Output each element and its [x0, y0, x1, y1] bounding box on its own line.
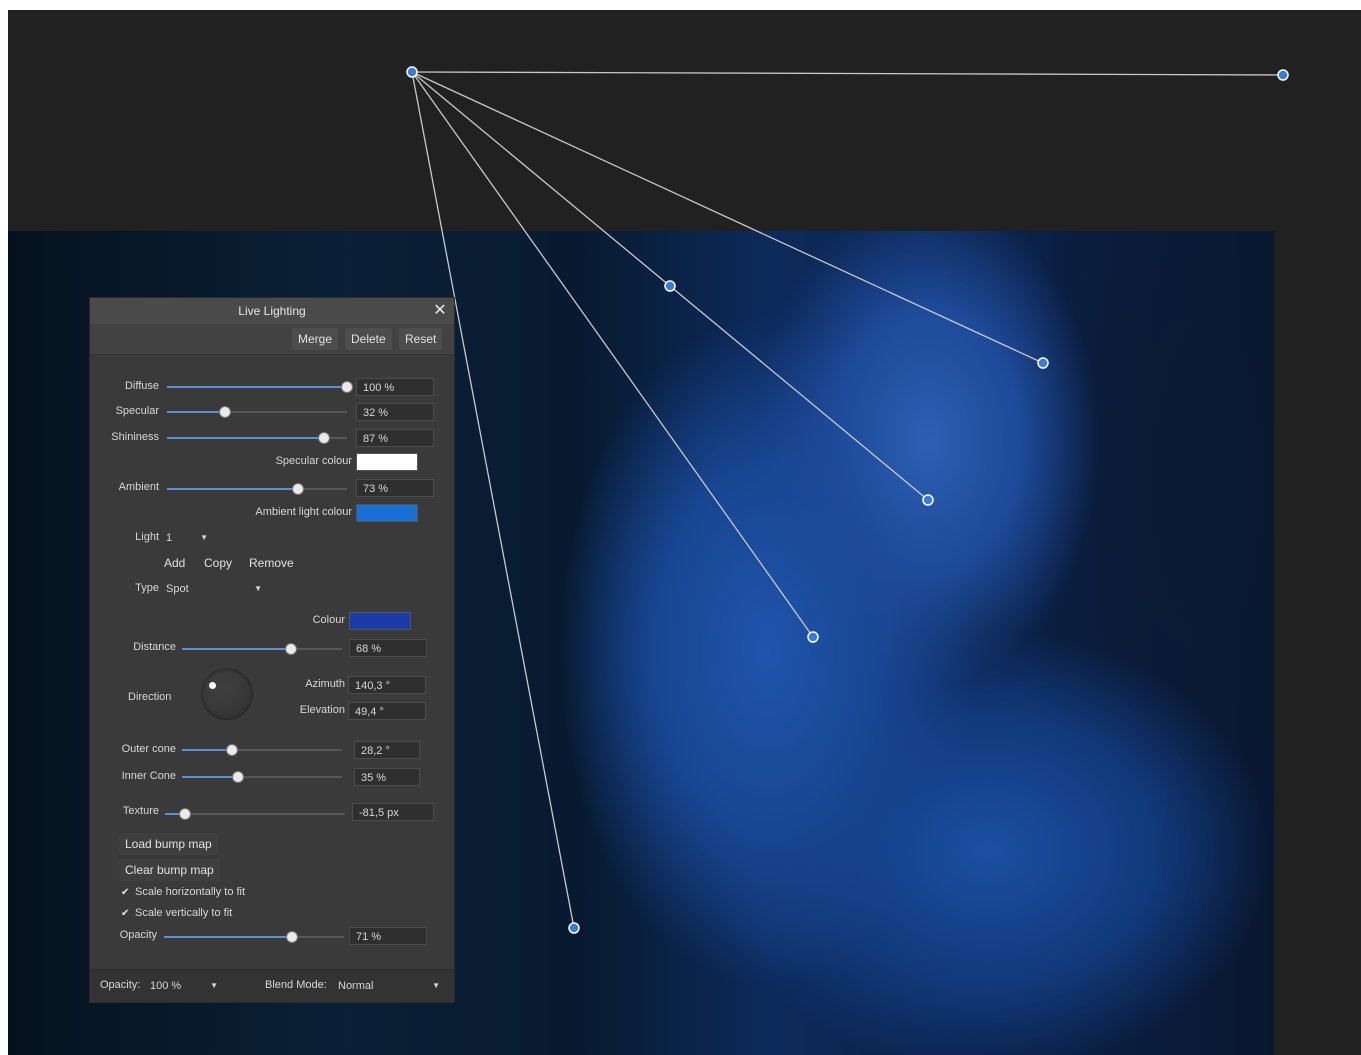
remove-light-button[interactable]: Remove: [249, 553, 294, 573]
texture-field[interactable]: -81,5 px: [352, 803, 434, 821]
diffuse-field[interactable]: 100 %: [356, 378, 434, 396]
blend-mode-label: Blend Mode:: [265, 979, 327, 991]
direction-label: Direction: [128, 691, 172, 703]
chevron-down-icon: ▼: [254, 584, 262, 593]
outer-cone-handle-2[interactable]: [568, 922, 580, 934]
diffuse-label: Diffuse: [124, 380, 159, 392]
light-colour-swatch[interactable]: [349, 612, 411, 630]
inner-cone-handle-2[interactable]: [807, 631, 819, 643]
inner-cone-field[interactable]: 35 %: [354, 768, 420, 786]
close-icon[interactable]: ✕: [432, 298, 448, 324]
type-label: Type: [135, 582, 159, 594]
layer-opacity-dropdown[interactable]: 100 % ▼: [146, 977, 224, 995]
load-bump-map-button[interactable]: Load bump map: [119, 833, 218, 855]
panel-toolbar: Merge Delete Reset: [90, 324, 454, 355]
colour-label: Colour: [312, 614, 345, 626]
specular-colour-label: Specular colour: [275, 455, 352, 467]
distance-slider[interactable]: [182, 644, 342, 654]
checkmark-icon: ✔: [121, 908, 130, 919]
azimuth-field[interactable]: 140,3 °: [348, 676, 426, 694]
scale-vertically-label: Scale vertically to fit: [135, 907, 233, 919]
diffuse-slider[interactable]: [167, 382, 352, 392]
copy-light-button[interactable]: Copy: [204, 553, 232, 573]
direction-dial[interactable]: [201, 668, 253, 720]
light-mid-handle[interactable]: [664, 280, 676, 292]
distance-label: Distance: [133, 641, 176, 653]
scale-horizontally-checkbox[interactable]: ✔ Scale horizontally to fit: [121, 884, 245, 900]
add-light-button[interactable]: Add: [164, 553, 185, 573]
distance-field[interactable]: 68 %: [349, 639, 427, 657]
light-origin-handle[interactable]: [406, 66, 418, 78]
type-dropdown[interactable]: Spot ▼: [162, 580, 268, 598]
light-opacity-slider[interactable]: [164, 932, 344, 942]
specular-label: Specular: [115, 405, 159, 417]
checkmark-icon: ✔: [121, 887, 130, 898]
light-direction-end-handle[interactable]: [1277, 69, 1289, 81]
light-opacity-field[interactable]: 71 %: [349, 927, 427, 945]
ambient-light-colour-swatch[interactable]: [356, 504, 418, 522]
texture-label: Texture: [122, 805, 159, 817]
light-opacity-label: Opacity: [119, 929, 157, 941]
outer-cone-handle-1[interactable]: [1037, 357, 1049, 369]
blend-mode-value: Normal: [338, 980, 374, 992]
light-label: Light: [135, 531, 159, 543]
reset-button[interactable]: Reset: [399, 328, 443, 350]
scale-horizontally-label: Scale horizontally to fit: [135, 886, 246, 898]
panel-title-bar[interactable]: Live Lighting ✕: [90, 298, 454, 324]
elevation-field[interactable]: 49,4 °: [348, 702, 426, 720]
shininess-field[interactable]: 87 %: [356, 429, 434, 447]
chevron-down-icon: ▼: [200, 533, 208, 542]
shininess-label: Shininess: [111, 431, 159, 443]
outer-cone-label: Outer cone: [121, 743, 176, 755]
direction-dial-indicator[interactable]: [209, 682, 216, 689]
ambient-slider[interactable]: [167, 484, 347, 494]
merge-button[interactable]: Merge: [292, 328, 339, 350]
inner-cone-handle-1[interactable]: [922, 494, 934, 506]
specular-field[interactable]: 32 %: [356, 403, 434, 421]
specular-slider[interactable]: [167, 407, 347, 417]
texture-slider[interactable]: [165, 809, 345, 819]
inner-cone-slider[interactable]: [182, 772, 342, 782]
delete-button[interactable]: Delete: [345, 328, 392, 350]
layer-opacity-value: 100 %: [150, 980, 182, 992]
light-dropdown-value: 1: [166, 532, 173, 544]
shininess-slider[interactable]: [167, 433, 347, 443]
ambient-light-colour-label: Ambient light colour: [255, 506, 352, 518]
ambient-label: Ambient: [118, 481, 159, 493]
ambient-field[interactable]: 73 %: [356, 479, 434, 497]
inner-cone-label: Inner Cone: [121, 770, 176, 782]
clear-bump-map-button[interactable]: Clear bump map: [119, 859, 220, 881]
elevation-label: Elevation: [299, 704, 345, 716]
outer-cone-slider[interactable]: [182, 745, 342, 755]
chevron-down-icon: ▼: [210, 981, 218, 990]
chevron-down-icon: ▼: [432, 981, 440, 990]
azimuth-label: Azimuth: [305, 678, 345, 690]
type-dropdown-value: Spot: [166, 583, 189, 595]
panel-footer: Opacity: 100 % ▼ Blend Mode: Normal ▼: [90, 969, 454, 1002]
light-dropdown[interactable]: 1 ▼: [162, 529, 214, 547]
scale-vertically-checkbox[interactable]: ✔ Scale vertically to fit: [121, 905, 232, 921]
specular-colour-swatch[interactable]: [356, 453, 418, 471]
live-lighting-panel: Live Lighting ✕ Merge Delete Reset Diffu…: [89, 297, 455, 1003]
blend-mode-dropdown[interactable]: Normal ▼: [334, 977, 446, 995]
layer-opacity-label: Opacity:: [100, 979, 141, 991]
outer-cone-field[interactable]: 28,2 °: [354, 741, 420, 759]
panel-title: Live Lighting: [238, 304, 306, 318]
